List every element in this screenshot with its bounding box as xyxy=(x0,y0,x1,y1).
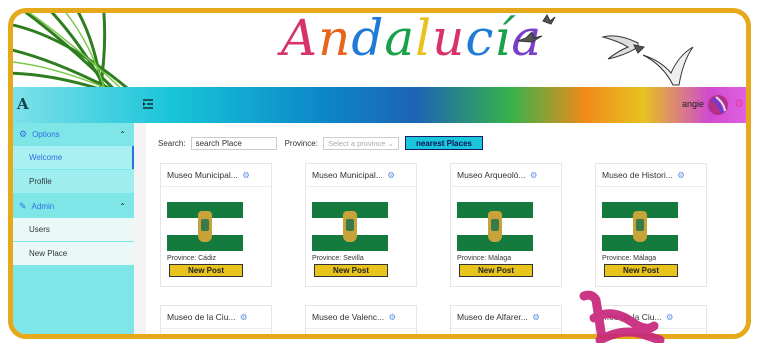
sidebar-item-users[interactable]: Users xyxy=(13,218,134,241)
card-title-text: Museo Arqueoló... xyxy=(457,170,526,180)
province-select[interactable]: Select a province ⌄ xyxy=(322,136,399,150)
app-logo[interactable]: A xyxy=(17,95,29,113)
card-title-text: Museo Municipal... xyxy=(312,170,383,180)
user-name[interactable]: angie xyxy=(682,99,704,109)
sidebar-item-label: Users xyxy=(29,225,50,234)
page-frame: Andalucía A angie ⚙ ⚙ Options ⌃ Welcome … xyxy=(0,0,767,347)
search-bar: Search: Province: Select a province ⌄ ne… xyxy=(158,135,483,151)
card-title-text: Museo de Histori... xyxy=(602,170,673,180)
card-province: Province: Málaga xyxy=(602,255,657,262)
card-title: Museo de Valenc... ⚙ xyxy=(312,312,396,323)
gear-icon[interactable]: ⚙ xyxy=(240,170,250,180)
card-title-text: Museo de la Ciu... xyxy=(167,312,236,322)
title-letter: A xyxy=(281,13,319,67)
andalusia-flag-image xyxy=(457,202,533,251)
gear-icon[interactable]: ⚙ xyxy=(734,97,744,110)
andalusia-flag-image xyxy=(312,202,388,251)
divider xyxy=(306,186,416,187)
card-title: Museo de Alfarer... ⚙ xyxy=(457,312,540,323)
divider xyxy=(451,186,561,187)
sidebar: ⚙ Options ⌃ Welcome Profile ✎ Admin ⌃ Us… xyxy=(13,123,134,334)
gear-icon[interactable]: ⚙ xyxy=(675,170,685,180)
place-card[interactable]: Museo de Histori... ⚙ Province: Málaga N… xyxy=(595,163,707,287)
card-province: Province: Málaga xyxy=(457,255,512,262)
province-label: Province: xyxy=(284,138,318,148)
new-post-button[interactable]: New Post xyxy=(459,264,533,277)
top-navbar: A angie ⚙ xyxy=(13,87,746,123)
card-province: Province: Cádiz xyxy=(167,255,217,262)
sidebar-item-label: Welcome xyxy=(29,153,63,162)
chevron-down-icon: ⌄ xyxy=(387,138,394,148)
sidebar-item-new-place[interactable]: New Place xyxy=(13,242,134,265)
edit-icon: ✎ xyxy=(19,201,27,211)
card-title: Museo de Histori... ⚙ xyxy=(602,170,685,181)
palm-leaf-image xyxy=(13,13,129,87)
sidebar-item-profile[interactable]: Profile xyxy=(13,170,134,193)
place-card[interactable]: Museo Municipal... ⚙ Province: Cádiz New… xyxy=(160,163,272,287)
chevron-up-icon[interactable]: ⌃ xyxy=(119,130,126,139)
header-banner: Andalucía xyxy=(13,13,746,87)
scribble-annotation xyxy=(579,290,665,343)
gear-icon: ⚙ xyxy=(19,129,28,139)
gear-icon[interactable]: ⚙ xyxy=(238,312,248,322)
province-placeholder: Select a province xyxy=(327,138,386,148)
gear-icon[interactable]: ⚙ xyxy=(385,170,395,180)
andalusia-flag-image xyxy=(167,202,243,251)
menu-fold-icon[interactable] xyxy=(142,98,154,110)
card-title: Museo Municipal... ⚙ xyxy=(167,170,250,181)
place-card[interactable]: Museo de Alfarer... ⚙ xyxy=(450,305,562,334)
title-letter: d xyxy=(351,13,385,67)
andalusia-flag-image xyxy=(602,202,678,251)
seagulls-image xyxy=(517,14,694,86)
sidebar-group-label: Options xyxy=(32,130,60,139)
new-post-button[interactable]: New Post xyxy=(604,264,678,277)
nearest-places-button[interactable]: nearest Places xyxy=(404,136,483,150)
search-input[interactable] xyxy=(190,136,277,150)
divider xyxy=(161,328,271,329)
place-card[interactable]: Museo Municipal... ⚙ Province: Sevilla N… xyxy=(305,163,417,287)
sidebar-item-label: Profile xyxy=(29,177,52,186)
sidebar-group-admin[interactable]: ✎ Admin ⌃ xyxy=(13,195,134,218)
card-province: Province: Sevilla xyxy=(312,255,364,262)
divider xyxy=(451,328,561,329)
card-title: Museo Municipal... ⚙ xyxy=(312,170,395,181)
new-post-button[interactable]: New Post xyxy=(169,264,243,277)
place-card[interactable]: Museo de Valenc... ⚙ xyxy=(305,305,417,334)
avatar-image xyxy=(708,95,728,115)
gear-icon[interactable]: ⚙ xyxy=(528,170,538,180)
divider xyxy=(596,186,706,187)
new-post-button[interactable]: New Post xyxy=(314,264,388,277)
title-letter: l xyxy=(415,13,433,67)
divider xyxy=(161,186,271,187)
title-letter: n xyxy=(318,13,352,67)
chevron-up-icon[interactable]: ⌃ xyxy=(119,202,126,211)
card-title: Museo Arqueoló... ⚙ xyxy=(457,170,538,181)
card-title-text: Museo de Alfarer... xyxy=(457,312,528,322)
gear-icon[interactable]: ⚙ xyxy=(530,312,540,322)
place-card[interactable]: Museo Arqueoló... ⚙ Province: Málaga New… xyxy=(450,163,562,287)
card-title-text: Museo Municipal... xyxy=(167,170,238,180)
title-letter: a xyxy=(384,13,416,67)
card-title-text: Museo de Valenc... xyxy=(312,312,385,322)
sidebar-group-options[interactable]: ⚙ Options ⌃ xyxy=(13,123,134,146)
gear-icon[interactable]: ⚙ xyxy=(386,312,397,322)
sidebar-group-label: Admin xyxy=(31,202,55,211)
sidebar-item-welcome[interactable]: Welcome xyxy=(13,146,134,169)
divider xyxy=(306,328,416,329)
place-card[interactable]: Museo de la Ciu... ⚙ xyxy=(160,305,272,334)
user-avatar[interactable] xyxy=(708,95,728,115)
search-label: Search: xyxy=(158,138,186,148)
sidebar-item-label: New Place xyxy=(29,249,68,258)
card-title: Museo de la Ciu... ⚙ xyxy=(167,312,248,323)
